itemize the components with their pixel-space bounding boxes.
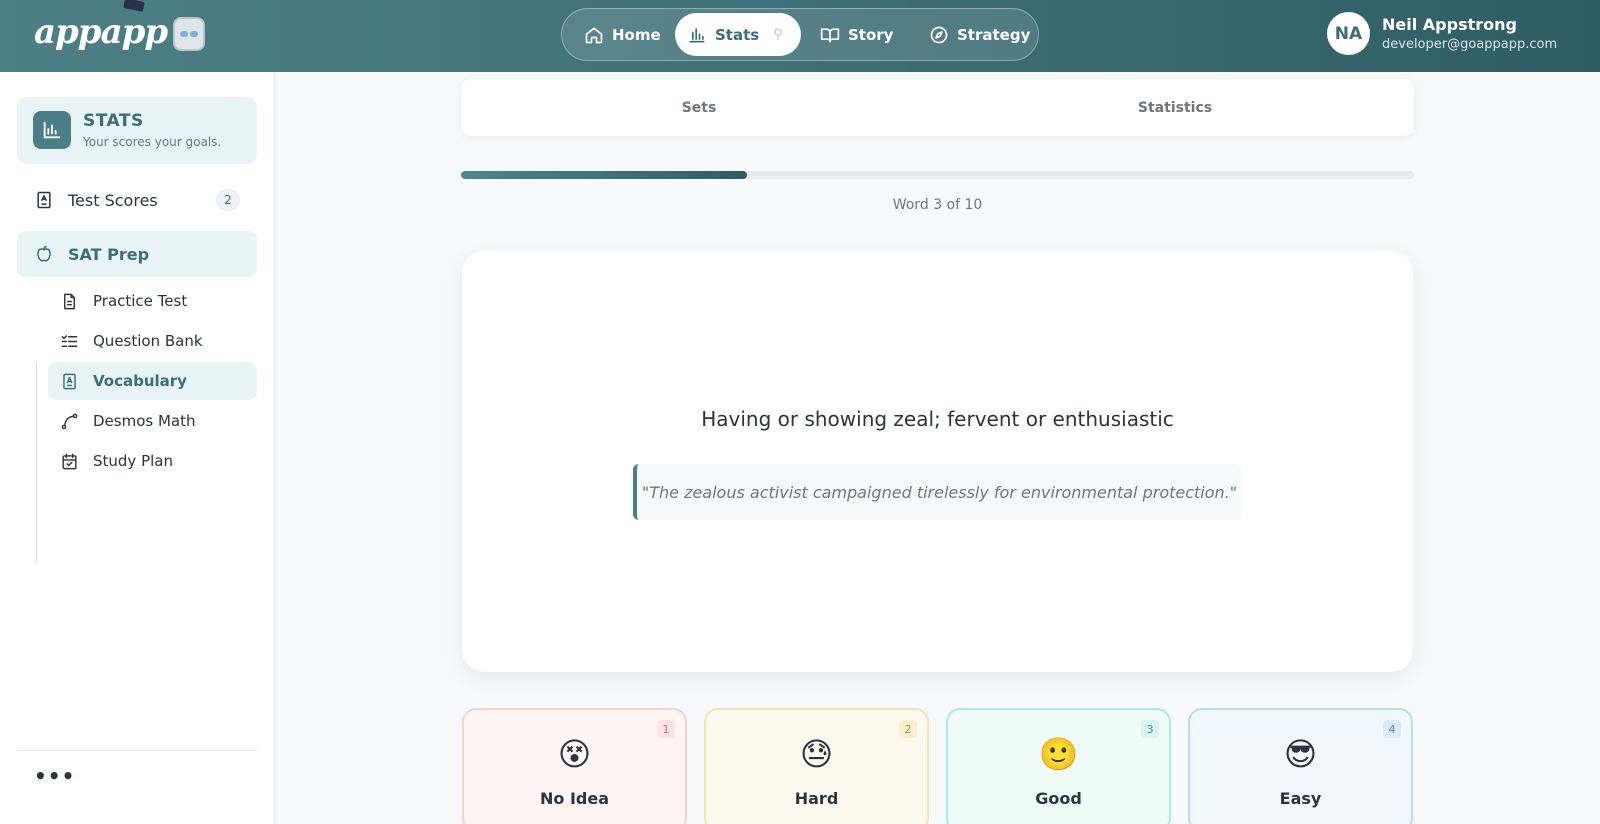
nav-story-label: Story bbox=[848, 25, 894, 44]
app-logo[interactable]: appapp bbox=[34, 12, 206, 52]
progress-bar bbox=[461, 171, 1414, 179]
nav-strategy-label: Strategy bbox=[957, 25, 1031, 44]
sidebar-subitem-label: Study Plan bbox=[93, 452, 173, 470]
sidebar-subitem-label: Practice Test bbox=[93, 292, 188, 310]
sidebar-subitem-desmos-math[interactable]: Desmos Math bbox=[48, 402, 257, 440]
robot-mascot-icon bbox=[173, 17, 206, 51]
stats-icon bbox=[33, 111, 71, 149]
tab-statistics[interactable]: Statistics bbox=[937, 79, 1413, 136]
sidebar-subitem-question-bank[interactable]: Question Bank bbox=[48, 322, 257, 360]
sunglasses-face-icon: 😎 bbox=[1283, 735, 1318, 773]
submenu-guide-line bbox=[36, 362, 37, 563]
sidebar-stats-title: STATS bbox=[83, 111, 144, 131]
sidebar-divider bbox=[17, 750, 257, 751]
nav-strategy[interactable]: Strategy bbox=[917, 13, 1042, 56]
answer-label: Hard bbox=[794, 789, 839, 808]
sidebar-subitem-label: Question Bank bbox=[93, 332, 203, 350]
answer-label: Good bbox=[1035, 789, 1082, 808]
document-icon bbox=[64, 293, 75, 309]
smile-face-icon: 🙂 bbox=[1038, 735, 1079, 773]
answer-no-idea-button[interactable]: 1 😵 No Idea bbox=[462, 708, 687, 824]
nav-home[interactable]: Home bbox=[572, 13, 673, 56]
book-open-icon bbox=[820, 27, 840, 43]
more-options-icon[interactable]: ••• bbox=[34, 764, 75, 788]
vocabulary-icon bbox=[63, 373, 76, 389]
graduation-cap-icon bbox=[123, 0, 145, 12]
answer-good-button[interactable]: 3 🙂 Good bbox=[946, 708, 1171, 824]
sweat-face-icon: 😓 bbox=[799, 735, 834, 773]
top-header: appapp Home Stats ⚲ Story Strategy NA Ne… bbox=[0, 0, 1600, 72]
user-email: developer@goappapp.com bbox=[1382, 37, 1558, 52]
example-sentence: "The zealous activist campaigned tireles… bbox=[633, 464, 1242, 520]
dizzy-face-icon: 😵 bbox=[557, 735, 592, 773]
answer-easy-button[interactable]: 4 😎 Easy bbox=[1188, 708, 1413, 824]
curve-icon bbox=[61, 413, 78, 429]
compass-icon bbox=[930, 26, 948, 43]
answer-label: No Idea bbox=[539, 789, 609, 808]
sidebar-subitem-practice-test[interactable]: Practice Test bbox=[48, 282, 257, 320]
pin-icon[interactable]: ⚲ bbox=[773, 27, 783, 42]
calendar-check-icon bbox=[62, 453, 77, 469]
sidebar-stats-subtitle: Your scores your goals. bbox=[83, 135, 222, 149]
user-name: Neil Appstrong bbox=[1382, 15, 1517, 34]
sidebar-subitem-vocabulary[interactable]: Vocabulary bbox=[48, 362, 257, 400]
nav-story[interactable]: Story bbox=[808, 13, 905, 56]
nav-home-label: Home bbox=[612, 25, 661, 44]
logo-text: appapp bbox=[34, 12, 168, 52]
word-counter: Word 3 of 10 bbox=[892, 197, 983, 213]
sidebar-stats-header: STATS Your scores your goals. bbox=[17, 97, 257, 164]
content-tabs: Sets Statistics bbox=[461, 79, 1414, 136]
bar-chart-icon bbox=[689, 27, 705, 43]
sidebar-item-label: Test Scores bbox=[68, 190, 158, 210]
sidebar: STATS Your scores your goals. Test Score… bbox=[0, 72, 275, 824]
user-info: Neil Appstrong developer@goappapp.com bbox=[1382, 15, 1557, 52]
score-document-icon bbox=[37, 191, 51, 209]
checklist-icon bbox=[61, 334, 78, 347]
progress-fill bbox=[461, 171, 747, 179]
nav-stats[interactable]: Stats ⚲ bbox=[675, 13, 801, 56]
sidebar-subitem-label: Vocabulary bbox=[93, 372, 187, 390]
answer-hard-button[interactable]: 2 😓 Hard bbox=[704, 708, 929, 824]
apple-icon bbox=[37, 245, 51, 262]
sidebar-subitem-label: Desmos Math bbox=[93, 412, 196, 430]
nav-stats-label: Stats bbox=[715, 25, 760, 44]
sidebar-item-test-scores[interactable]: Test Scores 2 bbox=[17, 177, 257, 223]
sidebar-subitem-study-plan[interactable]: Study Plan bbox=[48, 442, 257, 480]
answer-label: Easy bbox=[1279, 789, 1322, 808]
home-icon bbox=[585, 27, 603, 43]
sidebar-item-label: SAT Prep bbox=[68, 244, 150, 264]
tab-sets[interactable]: Sets bbox=[461, 79, 937, 136]
sidebar-item-sat-prep[interactable]: SAT Prep bbox=[17, 231, 257, 277]
main-nav: Home Stats ⚲ Story Strategy bbox=[561, 8, 1039, 61]
test-scores-count-badge: 2 bbox=[216, 189, 240, 211]
avatar[interactable]: NA bbox=[1327, 12, 1370, 55]
flashcard[interactable]: Having or showing zeal; fervent or enthu… bbox=[462, 251, 1413, 672]
user-profile[interactable]: NA Neil Appstrong developer@goappapp.com bbox=[1327, 12, 1557, 55]
definition-text: Having or showing zeal; fervent or enthu… bbox=[701, 407, 1174, 431]
